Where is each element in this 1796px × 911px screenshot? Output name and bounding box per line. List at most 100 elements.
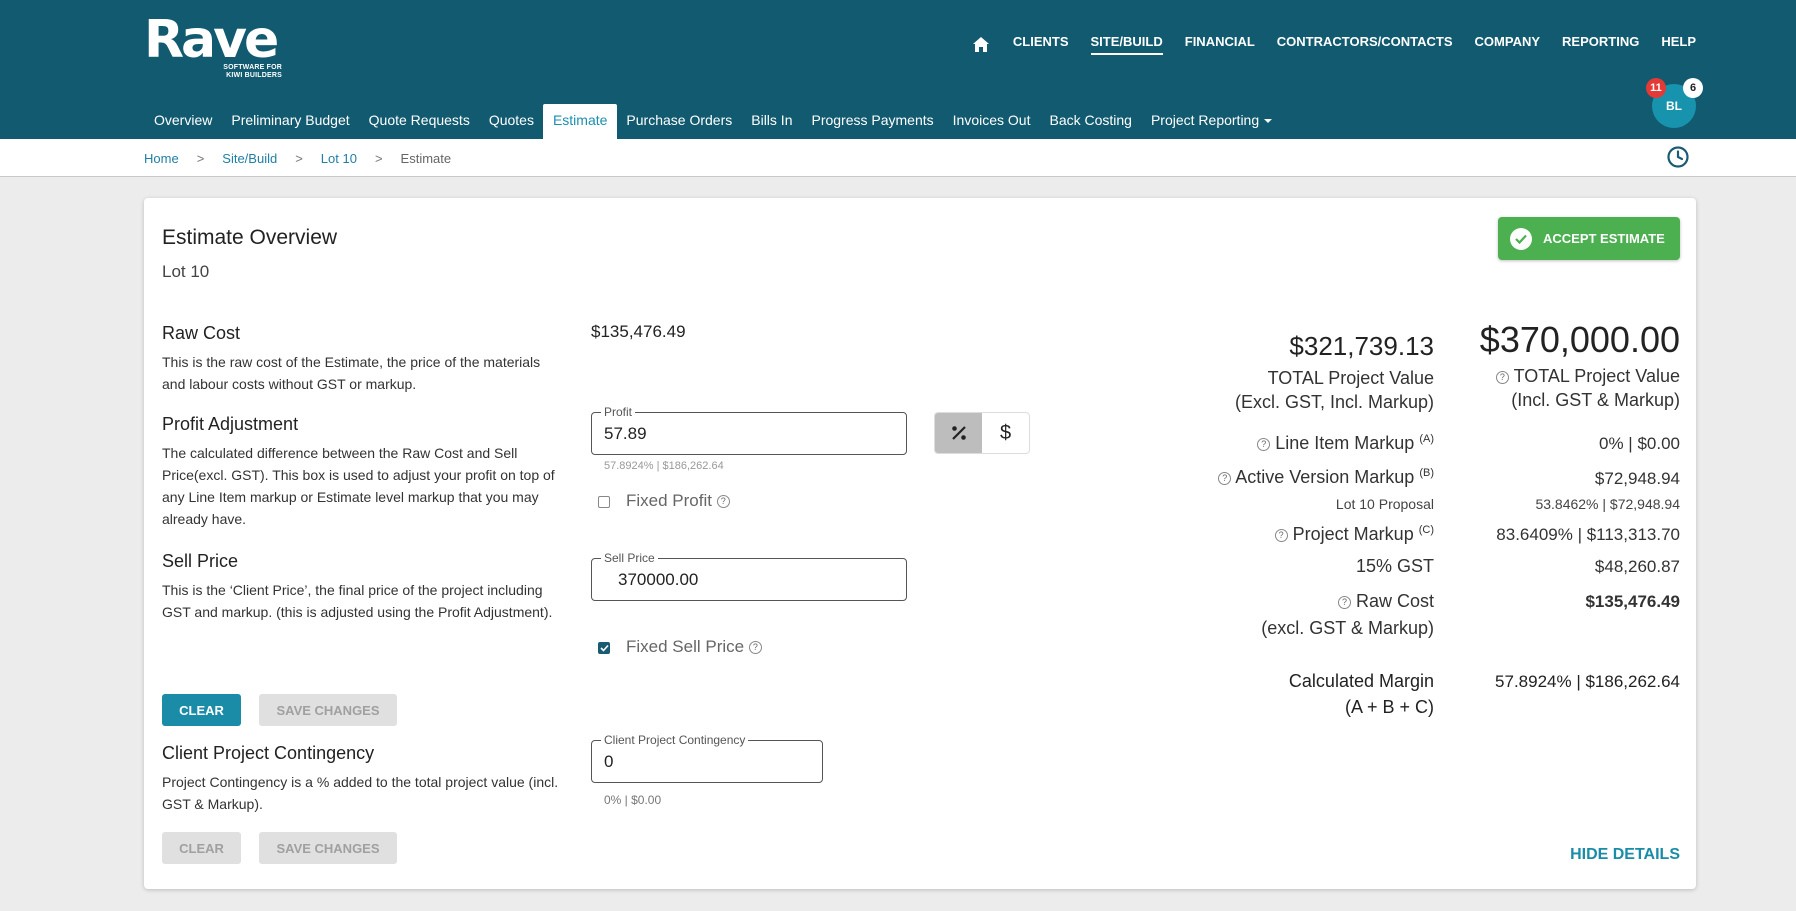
contingency-save-changes-button[interactable]: SAVE CHANGES (259, 832, 397, 864)
breadcrumb-lot[interactable]: Lot 10 (321, 151, 357, 166)
fixed-profit-label: Fixed Profit ? (626, 491, 730, 511)
help-icon[interactable]: ? (1495, 370, 1509, 384)
help-icon[interactable]: ? (1337, 595, 1351, 609)
accept-estimate-button[interactable]: ACCEPT ESTIMATE (1498, 217, 1680, 260)
raw-cost-heading: Raw Cost (162, 323, 241, 343)
total-excl-gst-value: $321,739.13 (1289, 331, 1434, 361)
fixed-sell-price-text: Fixed Sell Price (626, 637, 745, 656)
total-incl-gst-sublabel: (Incl. GST & Markup) (1511, 390, 1680, 410)
card-title: Estimate Overview (162, 226, 338, 249)
history-clock-icon[interactable] (1666, 145, 1690, 169)
home-icon[interactable] (972, 37, 991, 53)
contingency-field-value: 0 (604, 752, 614, 771)
sell-price-field-label: Sell Price (601, 551, 658, 565)
contingency-hint: 0% | $0.00 (604, 793, 662, 807)
contingency-heading: Client Project Contingency (162, 743, 375, 763)
tab-purchase-orders[interactable]: Purchase Orders (616, 104, 742, 139)
breadcrumb-home[interactable]: Home (144, 151, 179, 166)
project-markup-label: ? Project Markup (C) (1044, 524, 1434, 545)
card-subtitle: Lot 10 (162, 262, 210, 281)
breadcrumb: Home > Site/Build > Lot 10 > Estimate (144, 151, 451, 166)
active-version-name: Lot 10 Proposal (1335, 496, 1434, 512)
sell-price-field[interactable]: Sell Price 370000.00 (591, 551, 907, 601)
rave-logo[interactable]: Rave SOFTWARE FOR KIWI BUILDERS (144, 10, 282, 79)
raw-cost-description: This is the raw cost of the Estimate, th… (162, 354, 541, 392)
help-icon[interactable]: ? (748, 641, 762, 655)
nav-site-build[interactable]: SITE/BUILD (1090, 34, 1163, 55)
tab-quote-requests[interactable]: Quote Requests (359, 104, 480, 139)
nav-financial[interactable]: FINANCIAL (1185, 34, 1255, 55)
fixed-profit-text: Fixed Profit (626, 491, 712, 510)
dollar-toggle-button[interactable]: $ (982, 413, 1029, 453)
contingency-clear-button[interactable]: CLEAR (162, 832, 241, 864)
line-item-markup-text: Line Item Markup (1275, 433, 1415, 453)
project-markup-text: Project Markup (1292, 524, 1414, 544)
breadcrumb-site-build[interactable]: Site/Build (222, 151, 277, 166)
active-version-markup-text: Active Version Markup (1235, 467, 1415, 487)
fixed-sell-price-checkbox[interactable] (598, 642, 610, 654)
main-nav: CLIENTS SITE/BUILD FINANCIAL CONTRACTORS… (972, 34, 1696, 55)
raw-cost-summary-value: $135,476.49 (1585, 592, 1680, 611)
tab-progress-payments[interactable]: Progress Payments (801, 104, 943, 139)
hide-details-button[interactable]: HIDE DETAILS (1564, 846, 1680, 864)
nav-company[interactable]: COMPANY (1475, 34, 1540, 55)
logo-wordmark: Rave (144, 10, 279, 70)
profit-unit-toggle: $ (934, 412, 1030, 454)
profit-field[interactable]: Profit 57.89 (591, 405, 907, 455)
tab-project-reporting-label: Project Reporting (1150, 112, 1260, 128)
notification-badge[interactable]: 11 (1646, 78, 1666, 98)
tab-estimate[interactable]: Estimate (542, 104, 618, 139)
active-version-detail: 53.8462% | $72,948.94 (1535, 496, 1680, 512)
tab-preliminary-budget[interactable]: Preliminary Budget (221, 104, 359, 139)
raw-cost-summary-label: ? Raw Cost (1144, 591, 1434, 612)
total-incl-gst-label: ? TOTAL Project Value (1434, 366, 1680, 387)
line-item-markup-sup: (A) (1419, 433, 1434, 445)
total-excl-gst-sublabel: (Excl. GST, Incl. Markup) (1234, 392, 1434, 412)
clear-button[interactable]: CLEAR (162, 694, 241, 726)
active-version-markup-sup: (B) (1419, 467, 1434, 479)
contingency-description: Project Contingency is a % added to the … (162, 774, 559, 812)
tab-overview[interactable]: Overview (144, 104, 222, 139)
line-item-markup-label: ? Line Item Markup (A) (1044, 433, 1434, 454)
contingency-field[interactable]: Client Project Contingency 0 (591, 733, 823, 783)
active-version-markup-value: $72,948.94 (1594, 469, 1680, 488)
sell-price-heading: Sell Price (162, 551, 239, 571)
fixed-sell-price-label: Fixed Sell Price ? (626, 637, 762, 657)
gst-label: 15% GST (1355, 556, 1434, 576)
percent-toggle-button[interactable] (935, 413, 982, 453)
nav-contractors-contacts[interactable]: CONTRACTORS/CONTACTS (1277, 34, 1453, 55)
nav-reporting[interactable]: REPORTING (1562, 34, 1639, 55)
sell-price-description: This is the ‘Client Price’, the final pr… (162, 582, 553, 620)
tab-project-reporting[interactable]: Project Reporting (1141, 104, 1282, 139)
help-icon[interactable]: ? (1218, 471, 1232, 485)
project-markup-value: 83.6409% | $113,313.70 (1496, 525, 1680, 544)
line-item-markup-value: 0% | $0.00 (1599, 434, 1680, 453)
help-icon[interactable]: ? (1274, 528, 1288, 542)
profit-field-value: 57.89 (604, 424, 647, 443)
raw-cost-summary-text: Raw Cost (1355, 591, 1434, 611)
profit-adjustment-heading: Profit Adjustment (162, 414, 299, 434)
profit-hint: 57.8924% | $186,262.64 (604, 460, 724, 472)
tab-quotes[interactable]: Quotes (479, 104, 544, 139)
profit-adjustment-description: The calculated difference between the Ra… (162, 445, 555, 527)
tab-back-costing[interactable]: Back Costing (1039, 104, 1141, 139)
tab-bills-in[interactable]: Bills In (741, 104, 802, 139)
message-badge[interactable]: 6 (1683, 78, 1703, 98)
sub-nav: Overview Preliminary Budget Quote Reques… (144, 104, 1281, 139)
raw-cost-summary-sublabel: (excl. GST & Markup) (1261, 618, 1434, 638)
check-circle-icon (1510, 227, 1532, 250)
help-icon[interactable]: ? (1257, 437, 1271, 451)
help-icon[interactable]: ? (716, 495, 730, 509)
caret-down-icon (1264, 119, 1273, 124)
save-changes-button[interactable]: SAVE CHANGES (259, 694, 397, 726)
contingency-field-label: Client Project Contingency (601, 733, 749, 747)
fixed-profit-checkbox[interactable] (598, 496, 610, 508)
nav-clients[interactable]: CLIENTS (1013, 34, 1069, 55)
calculated-margin-label: Calculated Margin (1288, 671, 1434, 691)
tab-invoices-out[interactable]: Invoices Out (943, 104, 1041, 139)
total-incl-gst-label-text: TOTAL Project Value (1513, 366, 1680, 386)
raw-cost-value: $135,476.49 (591, 322, 686, 341)
total-excl-gst-label: TOTAL Project Value (1267, 368, 1434, 388)
calculated-margin-sublabel: (A + B + C) (1344, 697, 1434, 717)
nav-help[interactable]: HELP (1661, 34, 1696, 55)
